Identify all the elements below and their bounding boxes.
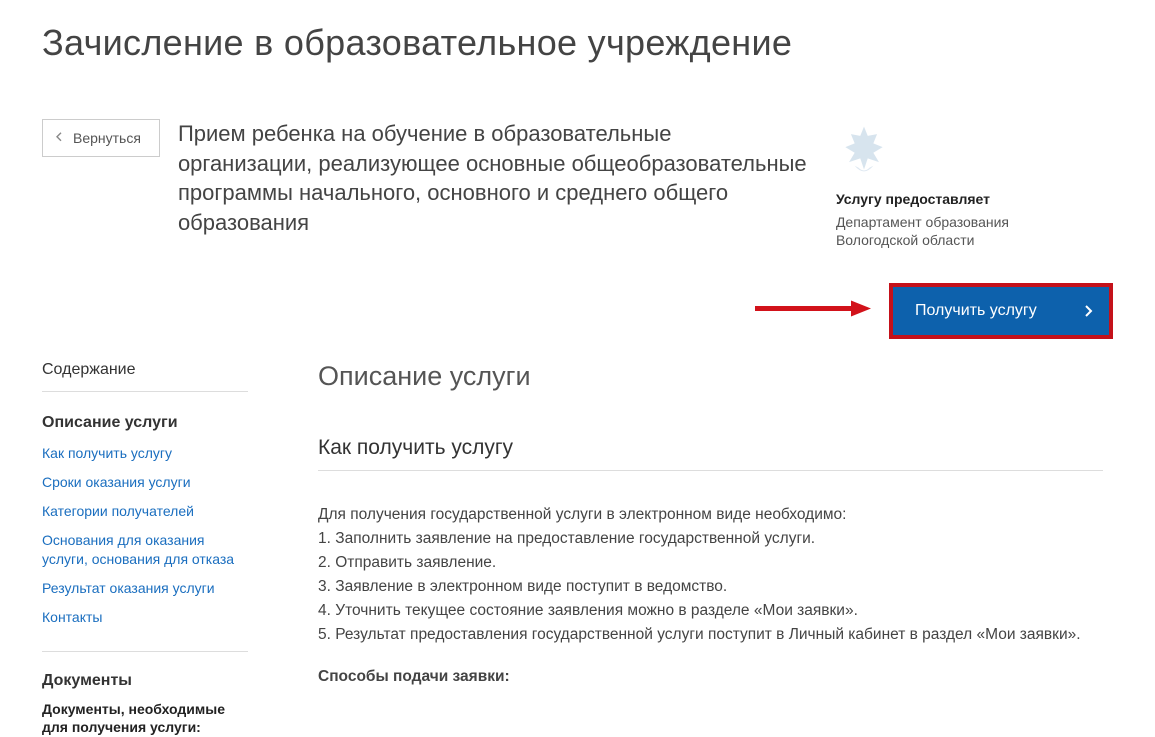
provider-panel: Услугу предоставляет Департамент образов…: [836, 119, 1068, 249]
back-button[interactable]: Вернуться: [42, 119, 160, 157]
back-button-label: Вернуться: [73, 130, 141, 146]
toc-link[interactable]: Основания для оказания услуги, основания…: [42, 531, 248, 569]
step-item: Отправить заявление.: [318, 551, 1103, 575]
provider-heading: Услугу предоставляет: [836, 191, 1068, 207]
content-h3: Как получить услугу: [318, 436, 1103, 460]
chevron-left-icon: [55, 131, 63, 145]
page-title: Зачисление в образовательное учреждение: [42, 22, 1113, 64]
step-item: Заявление в электронном виде поступит в …: [318, 575, 1103, 599]
toc-docs-heading: Документы: [42, 672, 248, 690]
step-item: Уточнить текущее состояние заявления мож…: [318, 599, 1103, 623]
content-h2: Описание услуги: [318, 361, 1103, 392]
divider: [42, 391, 248, 392]
toc-link[interactable]: Сроки оказания услуги: [42, 473, 191, 492]
content-intro: Для получения государственной услуги в э…: [318, 503, 1103, 527]
step-item: Заполнить заявление на предоставление го…: [318, 527, 1103, 551]
toc-link[interactable]: Контакты: [42, 608, 102, 627]
content: Описание услуги Как получить услугу Для …: [318, 361, 1113, 736]
toc: Содержание Описание услуги Как получить …: [42, 361, 248, 736]
provider-name: Департамент образования Вологодской обла…: [836, 213, 1068, 249]
toc-link[interactable]: Как получить услугу: [42, 444, 172, 463]
lead-text: Прием ребенка на обучение в образователь…: [178, 119, 818, 249]
toc-link[interactable]: Категории получателей: [42, 502, 194, 521]
pointer-arrow-icon: [753, 299, 873, 324]
content-sub-heading: Способы подачи заявки:: [318, 665, 1103, 689]
divider: [318, 470, 1103, 471]
chevron-right-icon: [1084, 304, 1093, 318]
coat-of-arms-icon: [836, 121, 892, 177]
get-service-label: Получить услугу: [915, 302, 1037, 320]
toc-docs-line: Документы, необходимые для получения усл…: [42, 700, 248, 736]
toc-heading: Содержание: [42, 361, 248, 379]
get-service-button[interactable]: Получить услугу: [889, 283, 1113, 339]
toc-link[interactable]: Результат оказания услуги: [42, 579, 215, 598]
step-item: Результат предоставления государственной…: [318, 623, 1103, 647]
toc-section-heading: Описание услуги: [42, 414, 248, 432]
